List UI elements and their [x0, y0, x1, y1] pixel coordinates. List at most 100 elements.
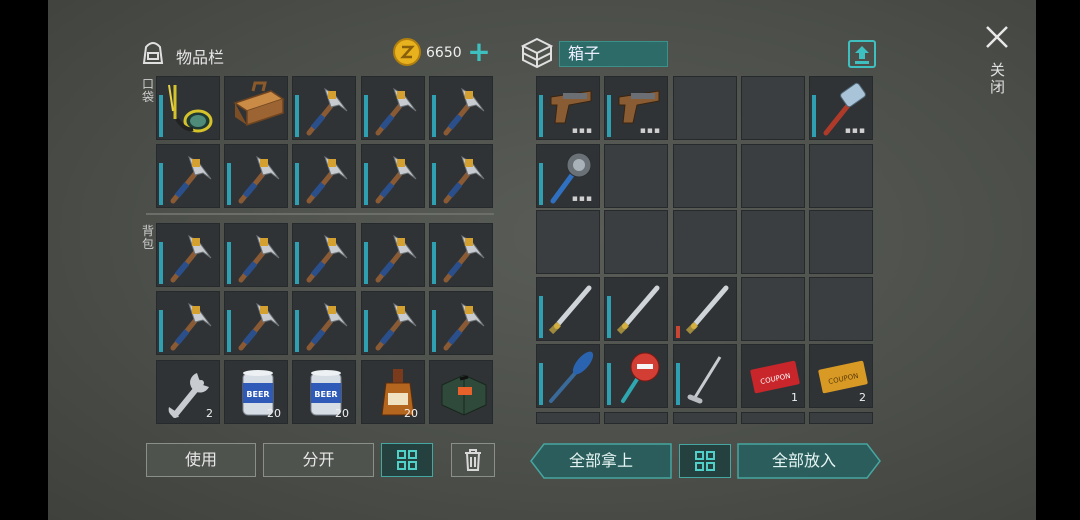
inventory-slot-hammer[interactable] [429, 144, 493, 208]
inventory-slot-hammer[interactable] [224, 223, 288, 287]
chest-slot-empty[interactable] [604, 144, 668, 208]
inventory-slot-hammer[interactable] [292, 291, 356, 355]
paddle-icon [549, 351, 594, 403]
put-all-button[interactable]: 全部放入 [737, 443, 881, 479]
chest-slot-coupon_red[interactable]: COUPON 1 [741, 344, 805, 408]
inventory-title: 物品栏 [176, 48, 225, 67]
hammer-icon [443, 87, 485, 136]
chest-slot-empty[interactable] [809, 144, 873, 208]
goggles-icon [168, 84, 213, 133]
hammer-icon [375, 155, 417, 204]
chest-slot-empty[interactable] [673, 412, 737, 424]
inventory-slot-hammer[interactable] [224, 144, 288, 208]
durability-bar [295, 95, 299, 137]
inventory-slot-whiskey[interactable]: 20 [361, 360, 425, 424]
chest-slot-empty[interactable] [673, 144, 737, 208]
chest-slot-empty[interactable] [604, 210, 668, 274]
inventory-slot-hammer[interactable] [429, 291, 493, 355]
inventory-slot-workbench[interactable] [224, 76, 288, 140]
chest-slot-empty[interactable] [741, 76, 805, 140]
chest-slot-empty[interactable] [809, 210, 873, 274]
inventory-slot-hammer[interactable] [224, 291, 288, 355]
chest-slot-empty[interactable] [741, 210, 805, 274]
inventory-slot-hammer[interactable] [156, 223, 220, 287]
split-button[interactable]: 分开 [263, 443, 374, 477]
trash-button[interactable] [451, 443, 495, 477]
durability-bar [295, 242, 299, 284]
take-all-button[interactable]: 全部拿上 [530, 443, 672, 479]
chest-slot-empty[interactable] [673, 76, 737, 140]
game-screen: 物品栏 6650 + 口袋 背包 2 BEER 20 BEER 20 20 使用 分开 箱… [0, 0, 1080, 520]
chest-slot-mace[interactable]: ▪▪▪ [536, 144, 600, 208]
inventory-slot-hammer[interactable] [361, 223, 425, 287]
chest-slot-coupon_gold[interactable]: COUPON 2 [809, 344, 873, 408]
inventory-slot-goggles[interactable] [156, 76, 220, 140]
export-button[interactable] [848, 40, 876, 68]
inventory-slot-hammer[interactable] [156, 291, 220, 355]
chest-slot-empty[interactable] [604, 412, 668, 424]
chest-sort-button[interactable] [679, 444, 731, 478]
durability-bar [159, 163, 163, 205]
inventory-slot-hammer[interactable] [292, 223, 356, 287]
chest-slot-sword[interactable] [604, 277, 668, 341]
chest-slot-sword[interactable] [536, 277, 600, 341]
inventory-slot-hammer[interactable] [361, 144, 425, 208]
chest-slot-empty[interactable] [809, 277, 873, 341]
trash-icon [463, 449, 483, 476]
chest-slot-sword[interactable] [673, 277, 737, 341]
durability-bar [364, 95, 368, 137]
chest-slot-empty[interactable] [741, 277, 805, 341]
inventory-slot-hammer[interactable] [292, 76, 356, 140]
inventory-slot-beer[interactable]: BEER 20 [224, 360, 288, 424]
add-coins-button[interactable]: + [466, 38, 492, 66]
chest-slot-empty[interactable] [673, 210, 737, 274]
use-button[interactable]: 使用 [146, 443, 256, 477]
durability-bar [432, 310, 436, 352]
chest-slot-pistol[interactable]: ▪▪▪ [604, 76, 668, 140]
grid-icon [395, 450, 419, 476]
inventory-slot-hammer[interactable] [429, 76, 493, 140]
item-count: 20 [267, 407, 281, 420]
pocket-label: 口袋 [142, 77, 155, 104]
chest-slot-pistol[interactable]: ▪▪▪ [536, 76, 600, 140]
chest-name-field[interactable]: 箱子 [559, 41, 668, 67]
chest-slot-empty[interactable] [809, 412, 873, 424]
chest-slot-empty[interactable] [741, 144, 805, 208]
inventory-slot-wrench[interactable]: 2 [156, 360, 220, 424]
chest-slot-paddle[interactable] [536, 344, 600, 408]
chest-slot-empty[interactable] [536, 210, 600, 274]
chest-slot-golf[interactable] [673, 344, 737, 408]
inventory-slot-hammer[interactable] [429, 223, 493, 287]
hammer-icon [170, 302, 212, 351]
durability-bar [227, 163, 231, 205]
close-button[interactable] [984, 24, 1010, 50]
inventory-slot-medkit[interactable] [429, 360, 493, 424]
grid-icon [693, 451, 717, 477]
chest-icon [520, 36, 554, 70]
hammer-icon [306, 234, 348, 283]
inventory-slot-beer[interactable]: BEER 20 [292, 360, 356, 424]
inventory-slot-hammer[interactable] [156, 144, 220, 208]
inventory-slot-hammer[interactable] [361, 76, 425, 140]
durability-bar [159, 242, 163, 284]
durability-bar [607, 95, 611, 137]
chest-slot-stopsign[interactable] [604, 344, 668, 408]
durability-bar [159, 95, 163, 137]
more-dots-icon: ▪▪▪ [844, 126, 866, 136]
durability-bar [539, 296, 543, 338]
coin-icon [393, 38, 421, 66]
durability-bar [432, 95, 436, 137]
sort-grid-button[interactable] [381, 443, 433, 477]
backpack-label: 背包 [142, 224, 155, 251]
hammer-icon [443, 302, 485, 351]
item-count: 20 [335, 407, 349, 420]
chest-slot-empty[interactable] [741, 412, 805, 424]
chest-slot-sledge[interactable]: ▪▪▪ [809, 76, 873, 140]
inventory-slot-hammer[interactable] [361, 291, 425, 355]
durability-bar [432, 163, 436, 205]
hammer-icon [375, 87, 417, 136]
hammer-icon [238, 155, 280, 204]
chest-slot-empty[interactable] [536, 412, 600, 424]
inventory-slot-hammer[interactable] [292, 144, 356, 208]
durability-bar [295, 310, 299, 352]
